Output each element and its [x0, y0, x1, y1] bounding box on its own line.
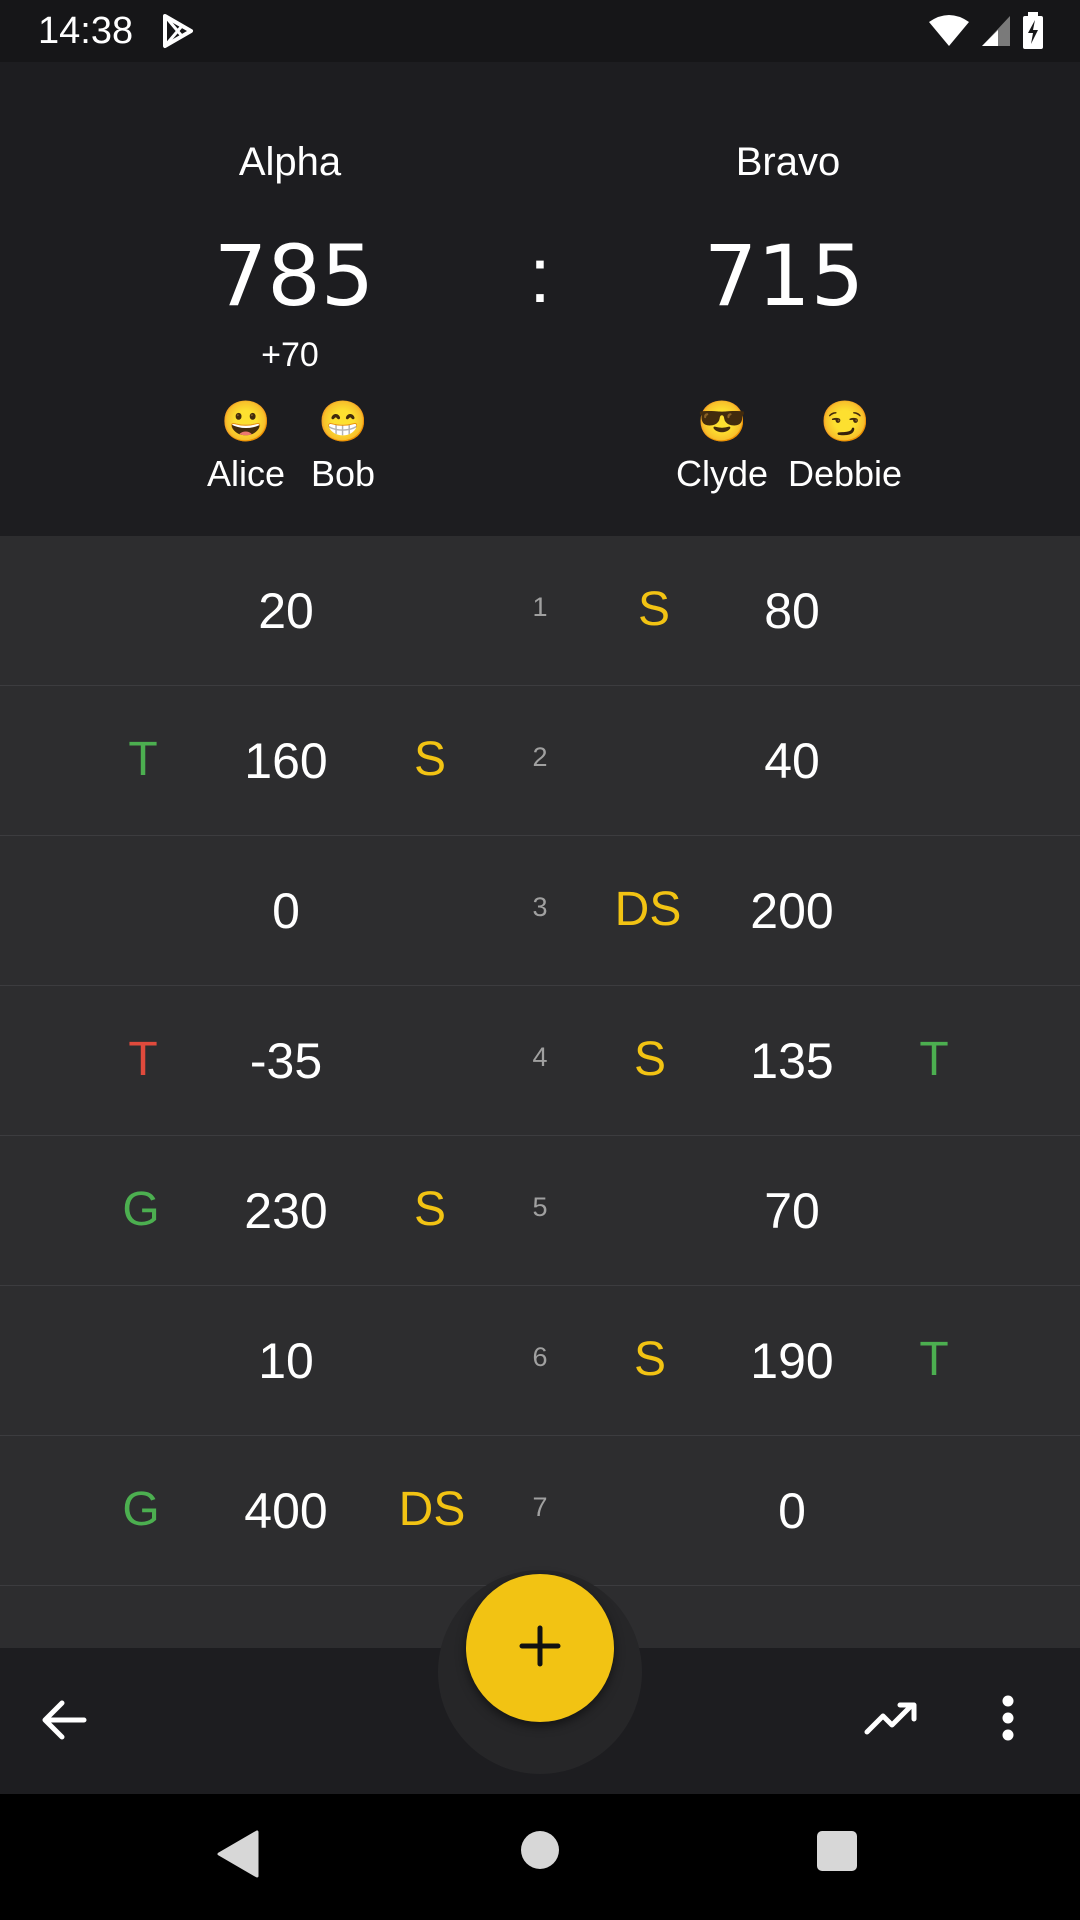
- arrow-left-icon: [40, 1698, 88, 1747]
- round-number: 2: [532, 742, 548, 772]
- right-pre-marker: S: [633, 1333, 666, 1386]
- play-store-icon: [162, 13, 194, 54]
- right-post-marker: T: [919, 1033, 949, 1086]
- player-name: Clyde: [675, 453, 769, 494]
- right-value: 70: [764, 1183, 820, 1239]
- left-value: 160: [244, 733, 328, 789]
- battery-charging-icon: [1022, 12, 1044, 55]
- right-value: 0: [778, 1483, 806, 1539]
- team-name-left: Alpha: [238, 140, 342, 184]
- left-pre-marker: G: [122, 1483, 160, 1536]
- round-row[interactable]: 0 3 DS 200: [0, 836, 1080, 986]
- circle-home-icon: [520, 1830, 560, 1875]
- right-value: 135: [750, 1033, 834, 1089]
- plus-icon: [518, 1624, 562, 1673]
- left-value: 230: [244, 1183, 328, 1239]
- right-value: 40: [764, 733, 820, 789]
- scoreboard-header: Alpha Bravo 785 : 715 +70 😀 Alice 😁 Bob …: [0, 62, 1080, 536]
- right-post-marker: T: [919, 1333, 949, 1386]
- player-right-2: 😏 Debbie: [780, 397, 910, 495]
- trending-up-icon: [864, 1700, 920, 1741]
- round-row[interactable]: G 230 S 5 70: [0, 1136, 1080, 1286]
- round-row[interactable]: 10 6 S 190 T: [0, 1286, 1080, 1436]
- cell-signal-icon: [980, 14, 1012, 53]
- right-pre-marker: DS: [614, 883, 682, 936]
- left-post-marker: S: [413, 1183, 446, 1236]
- player-name: Bob: [310, 453, 376, 494]
- square-recents-icon: [816, 1830, 858, 1877]
- round-number: 4: [532, 1042, 548, 1072]
- status-bar: 14:38: [0, 0, 1080, 62]
- statistics-button[interactable]: [856, 1684, 928, 1756]
- round-row[interactable]: G 400 DS 7 0: [0, 1436, 1080, 1586]
- score-separator: :: [529, 231, 551, 319]
- round-row[interactable]: T 160 S 2 40: [0, 686, 1080, 836]
- round-number: 7: [532, 1492, 548, 1522]
- team-name-right: Bravo: [735, 140, 841, 184]
- more-vert-icon: [1001, 1695, 1015, 1746]
- round-row[interactable]: 20 1 S 80: [0, 536, 1080, 686]
- add-round-fab[interactable]: [466, 1574, 614, 1722]
- left-pre-marker: T: [128, 733, 158, 786]
- score-right: 715: [703, 227, 865, 325]
- left-value: 0: [272, 883, 300, 939]
- system-nav-bar: [0, 1794, 1080, 1920]
- player-right-1: 😎 Clyde: [657, 397, 787, 495]
- player-emoji: 😏: [820, 400, 870, 444]
- score-left: 785: [213, 227, 375, 325]
- triangle-back-icon: [217, 1830, 259, 1883]
- round-number: 3: [532, 892, 548, 922]
- player-emoji: 😁: [318, 400, 368, 444]
- nav-back-button[interactable]: [214, 1828, 262, 1884]
- round-number: 5: [532, 1192, 548, 1222]
- right-value: 80: [764, 583, 820, 639]
- status-time: 14:38: [38, 10, 134, 52]
- round-number: 1: [532, 592, 548, 622]
- score-difference: +70: [261, 336, 319, 374]
- right-pre-marker: S: [637, 583, 670, 636]
- left-value: 20: [258, 583, 314, 639]
- round-number: 6: [532, 1342, 548, 1372]
- left-value: 400: [244, 1483, 328, 1539]
- player-name: Debbie: [787, 453, 903, 494]
- nav-home-button[interactable]: [518, 1830, 562, 1874]
- left-post-marker: DS: [398, 1483, 466, 1536]
- left-post-marker: S: [413, 733, 446, 786]
- left-value: -35: [249, 1033, 323, 1089]
- left-pre-marker: G: [122, 1183, 160, 1236]
- player-emoji: 😎: [697, 400, 747, 444]
- back-button[interactable]: [30, 1688, 98, 1756]
- nav-recents-button[interactable]: [814, 1830, 860, 1876]
- overflow-menu-button[interactable]: [982, 1684, 1034, 1756]
- right-pre-marker: S: [633, 1033, 666, 1086]
- round-row[interactable]: T -35 4 S 135 T: [0, 986, 1080, 1136]
- wifi-icon: [928, 14, 970, 53]
- left-pre-marker: T: [128, 1033, 158, 1086]
- player-left-2: 😁 Bob: [278, 397, 408, 495]
- right-value: 190: [750, 1333, 834, 1389]
- left-value: 10: [258, 1333, 314, 1389]
- rounds-list[interactable]: 20 1 S 80 T 160 S 2 40 0 3 DS 200 T -35 …: [0, 536, 1080, 1648]
- right-value: 200: [750, 883, 834, 939]
